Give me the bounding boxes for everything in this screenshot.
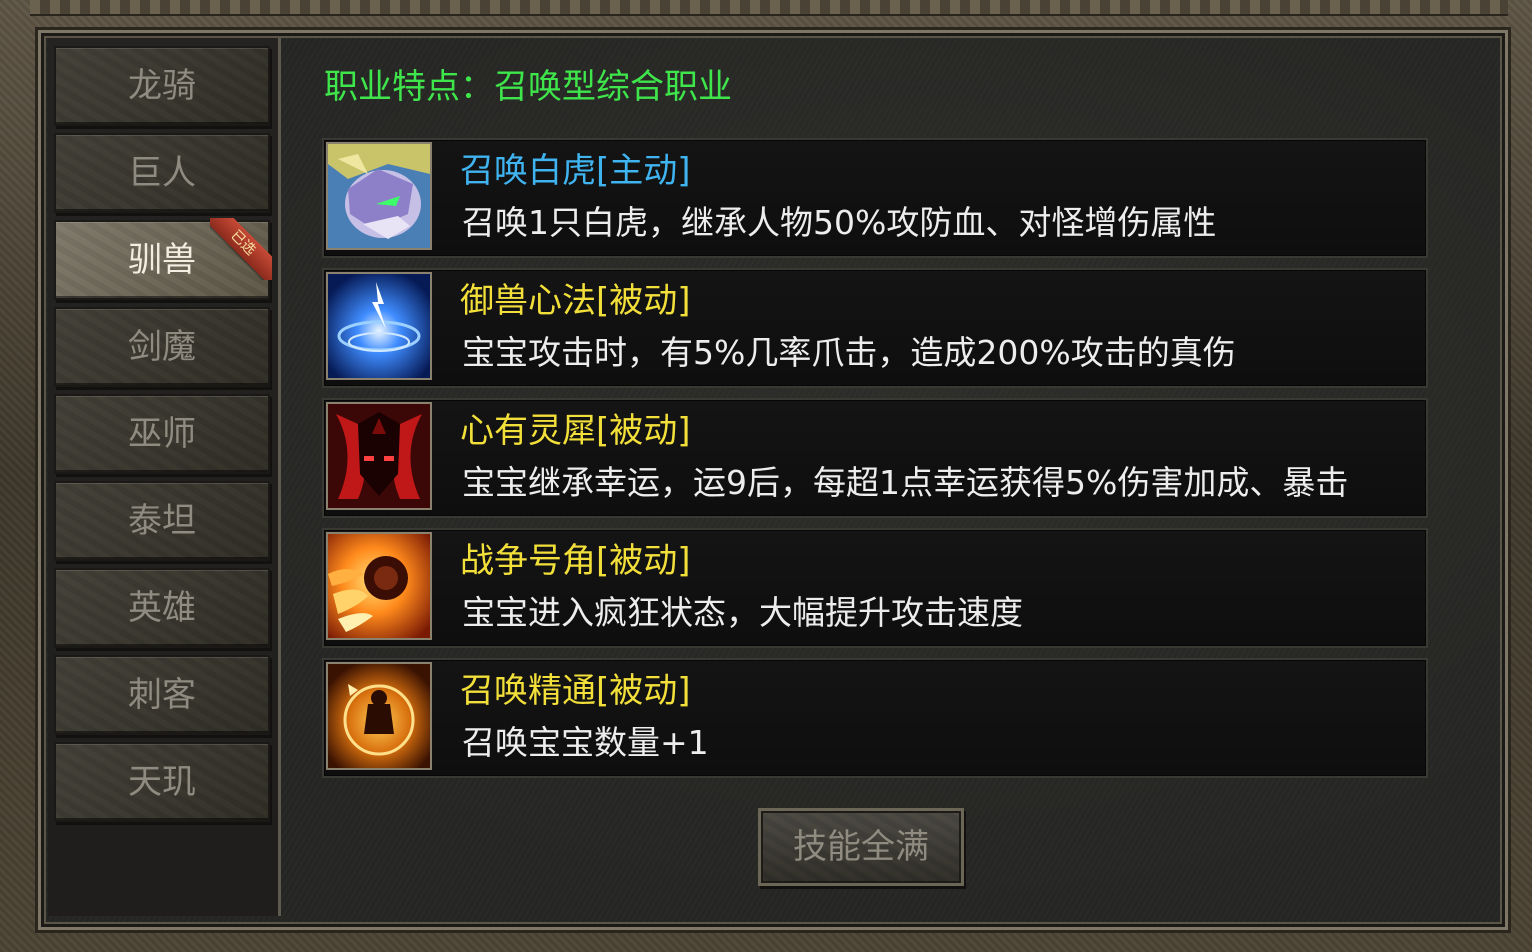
skill-description: 召唤宝宝数量+1 [462,723,709,762]
tab-giant[interactable]: 巨人 [54,133,270,213]
tab-wizard[interactable]: 巫师 [54,394,270,474]
skill-name: 心有灵犀[被动] [460,411,691,451]
skill-row[interactable]: 召唤精通[被动] 召唤宝宝数量+1 [322,658,1428,778]
skill-row[interactable]: 召唤白虎[主动] 召唤1只白虎，继承人物50%攻防血、对怪增伤属性 [322,138,1428,258]
class-feature-title: 职业特点：召唤型综合职业 [324,67,732,107]
tab-assassin[interactable]: 刺客 [54,655,270,735]
red-demon-icon [326,402,432,510]
max-skills-button[interactable]: 技能全满 [758,808,964,886]
skill-description: 宝宝进入疯狂状态，大幅提升攻击速度 [462,593,1023,632]
tab-label: 巫师 [128,414,196,454]
skill-description: 召唤1只白虎，继承人物50%攻防血、对怪增伤属性 [462,203,1217,242]
skill-name: 御兽心法[被动] [460,281,691,321]
tab-hero[interactable]: 英雄 [54,568,270,648]
skill-row[interactable]: 心有灵犀[被动] 宝宝继承幸运，运9后，每超1点幸运获得5%伤害加成、暴击 [322,398,1428,518]
summon-mastery-icon [326,662,432,770]
white-tiger-icon [326,142,432,250]
tab-titan[interactable]: 泰坦 [54,481,270,561]
tab-label: 刺客 [128,675,196,715]
selected-badge: 已选 [210,218,272,280]
blue-vortex-icon [326,272,432,380]
tab-beast-tamer[interactable]: 驯兽 已选 [54,218,272,300]
class-sidebar: 龙骑 巨人 驯兽 已选 剑魔 巫师 泰坦 英雄 刺客 天玑 [48,38,281,916]
skill-description: 宝宝继承幸运，运9后，每超1点幸运获得5%伤害加成、暴击 [462,463,1349,502]
skill-description: 宝宝攻击时，有5%几率爪击，造成200%攻击的真伤 [462,333,1236,372]
tab-dragon-knight[interactable]: 龙骑 [54,46,270,126]
tab-tianji[interactable]: 天玑 [54,742,270,822]
skill-name: 召唤白虎[主动] [460,151,691,191]
tab-label: 龙骑 [128,66,196,106]
selected-badge-label: 已选 [210,218,272,280]
tab-sword-demon[interactable]: 剑魔 [54,307,270,387]
tab-label: 剑魔 [128,327,196,367]
skill-row[interactable]: 战争号角[被动] 宝宝进入疯狂状态，大幅提升攻击速度 [322,528,1428,648]
skill-row[interactable]: 御兽心法[被动] 宝宝攻击时，有5%几率爪击，造成200%攻击的真伤 [322,268,1428,388]
tab-label: 英雄 [128,588,196,628]
tab-label: 天玑 [128,762,196,802]
skill-name: 召唤精通[被动] [460,671,691,711]
tab-label: 泰坦 [128,501,196,541]
war-horn-icon [326,532,432,640]
tab-label: 巨人 [128,153,196,193]
skill-name: 战争号角[被动] [460,541,691,581]
top-ornament [30,0,1508,16]
tab-label: 驯兽 [128,240,196,280]
